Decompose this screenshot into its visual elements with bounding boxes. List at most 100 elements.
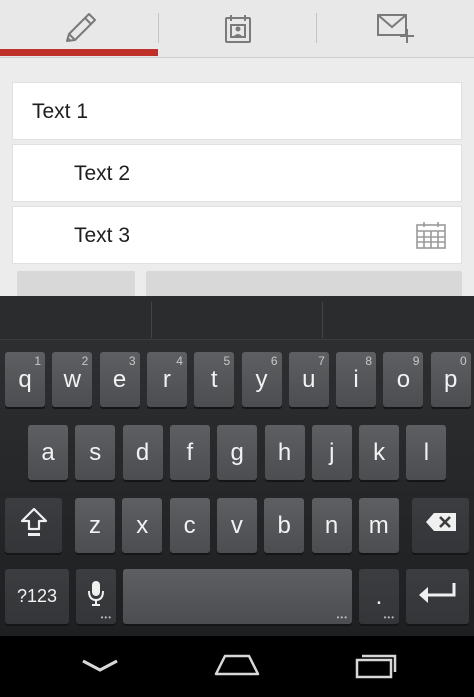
key-label: k xyxy=(373,438,386,466)
key-label: y xyxy=(255,365,268,393)
back-icon xyxy=(80,657,120,677)
key-v[interactable]: v xyxy=(216,498,257,553)
soft-keyboard: q1w2e3r4t5y6u7i8o9p0 asdfghjkl zxcvbnm ?… xyxy=(0,296,474,636)
key-label: r xyxy=(162,365,171,393)
key-z[interactable]: z xyxy=(75,498,115,553)
key-label: i xyxy=(353,365,359,393)
key-f[interactable]: f xyxy=(169,425,210,480)
key-e[interactable]: e3 xyxy=(99,352,140,407)
backspace-icon xyxy=(424,511,458,540)
selected-tab-indicator xyxy=(0,49,158,56)
key-o[interactable]: o9 xyxy=(383,352,424,407)
symbols-key[interactable]: ?123 xyxy=(5,569,69,624)
key-hint: 6 xyxy=(270,354,278,368)
key-k[interactable]: k xyxy=(359,425,400,480)
key-label: t xyxy=(210,365,218,393)
key-y[interactable]: y6 xyxy=(241,352,282,407)
enter-key[interactable] xyxy=(406,569,469,624)
enter-icon xyxy=(417,581,459,612)
shift-icon xyxy=(19,506,49,545)
key-p[interactable]: p0 xyxy=(430,352,471,407)
list-item-label: Text 3 xyxy=(74,224,131,247)
key-label: z xyxy=(89,511,101,539)
key-b[interactable]: b xyxy=(264,498,305,553)
key-label: d xyxy=(135,438,150,466)
key-label: o xyxy=(396,365,411,393)
microphone-icon xyxy=(87,579,105,614)
space-bar[interactable]: ••• xyxy=(123,569,352,624)
key-label: n xyxy=(324,511,339,539)
period-key[interactable]: . ••• xyxy=(359,569,399,624)
key-hint: 0 xyxy=(460,354,467,368)
partially-hidden-button-right[interactable] xyxy=(146,271,462,296)
text-list: Text 1 Text 2 Text 3 xyxy=(0,58,474,296)
key-n[interactable]: n xyxy=(311,498,352,553)
key-hint: 9 xyxy=(412,354,420,368)
recents-icon xyxy=(354,651,398,683)
calendar-contact-icon xyxy=(223,12,253,44)
home-icon xyxy=(213,652,261,682)
key-hint: 7 xyxy=(318,354,325,368)
key-c[interactable]: c xyxy=(169,498,210,553)
key-label: e xyxy=(112,365,127,393)
list-item-label: Text 2 xyxy=(74,162,131,185)
key-r[interactable]: r4 xyxy=(146,352,187,407)
suggestion-strip[interactable] xyxy=(0,296,474,340)
key-label: x xyxy=(136,511,149,539)
key-g[interactable]: g xyxy=(217,425,258,480)
key-w[interactable]: w2 xyxy=(52,352,93,407)
key-s[interactable]: s xyxy=(75,425,116,480)
key-label: f xyxy=(186,438,194,466)
key-hint: 2 xyxy=(81,354,89,368)
key-u[interactable]: u7 xyxy=(288,352,329,407)
key-d[interactable]: d xyxy=(122,425,163,480)
key-l[interactable]: l xyxy=(406,425,447,480)
partially-hidden-button-left[interactable] xyxy=(17,271,135,296)
backspace-key[interactable] xyxy=(412,498,469,553)
symbols-key-label: ?123 xyxy=(16,586,58,606)
key-hint: 4 xyxy=(176,354,183,368)
key-label: b xyxy=(277,511,291,539)
microphone-key[interactable]: ••• xyxy=(76,569,116,624)
list-item-2[interactable]: Text 2 xyxy=(12,144,462,202)
shift-key[interactable] xyxy=(5,498,62,553)
list-item-label: Text 1 xyxy=(32,100,89,123)
key-hint: 3 xyxy=(128,354,136,368)
tab-bar xyxy=(0,0,474,58)
key-label: s xyxy=(89,438,102,466)
tab-edit[interactable] xyxy=(0,0,158,55)
key-label: j xyxy=(329,438,335,466)
key-q[interactable]: q1 xyxy=(5,352,45,407)
tab-calendar[interactable] xyxy=(159,0,316,55)
key-label: m xyxy=(368,511,389,539)
key-hint: 5 xyxy=(223,354,231,368)
key-m[interactable]: m xyxy=(358,498,399,553)
key-a[interactable]: a xyxy=(28,425,68,480)
key-x[interactable]: x xyxy=(122,498,163,553)
back-button[interactable] xyxy=(60,636,140,697)
key-label: w xyxy=(63,365,81,393)
recents-button[interactable] xyxy=(336,636,416,697)
key-label: q xyxy=(18,365,32,393)
calendar-icon[interactable] xyxy=(415,220,447,254)
key-i[interactable]: i8 xyxy=(336,352,377,407)
key-h[interactable]: h xyxy=(264,425,305,480)
key-label: g xyxy=(230,438,244,466)
key-label: h xyxy=(277,438,292,466)
home-button[interactable] xyxy=(197,636,277,697)
key-label: p xyxy=(444,365,458,393)
list-item-1[interactable]: Text 1 xyxy=(12,82,462,140)
mail-add-icon xyxy=(375,11,417,45)
key-label: c xyxy=(183,511,196,539)
tab-compose[interactable] xyxy=(317,0,474,55)
key-label: l xyxy=(423,438,430,466)
pencil-icon xyxy=(59,10,99,46)
key-hint: 1 xyxy=(34,354,41,368)
key-label: v xyxy=(230,511,243,539)
key-j[interactable]: j xyxy=(311,425,352,480)
key-hint: 8 xyxy=(365,354,373,368)
key-t[interactable]: t5 xyxy=(194,352,235,407)
key-label: a xyxy=(41,438,55,466)
period-key-label: . xyxy=(375,582,383,610)
list-item-3[interactable]: Text 3 xyxy=(12,206,462,264)
